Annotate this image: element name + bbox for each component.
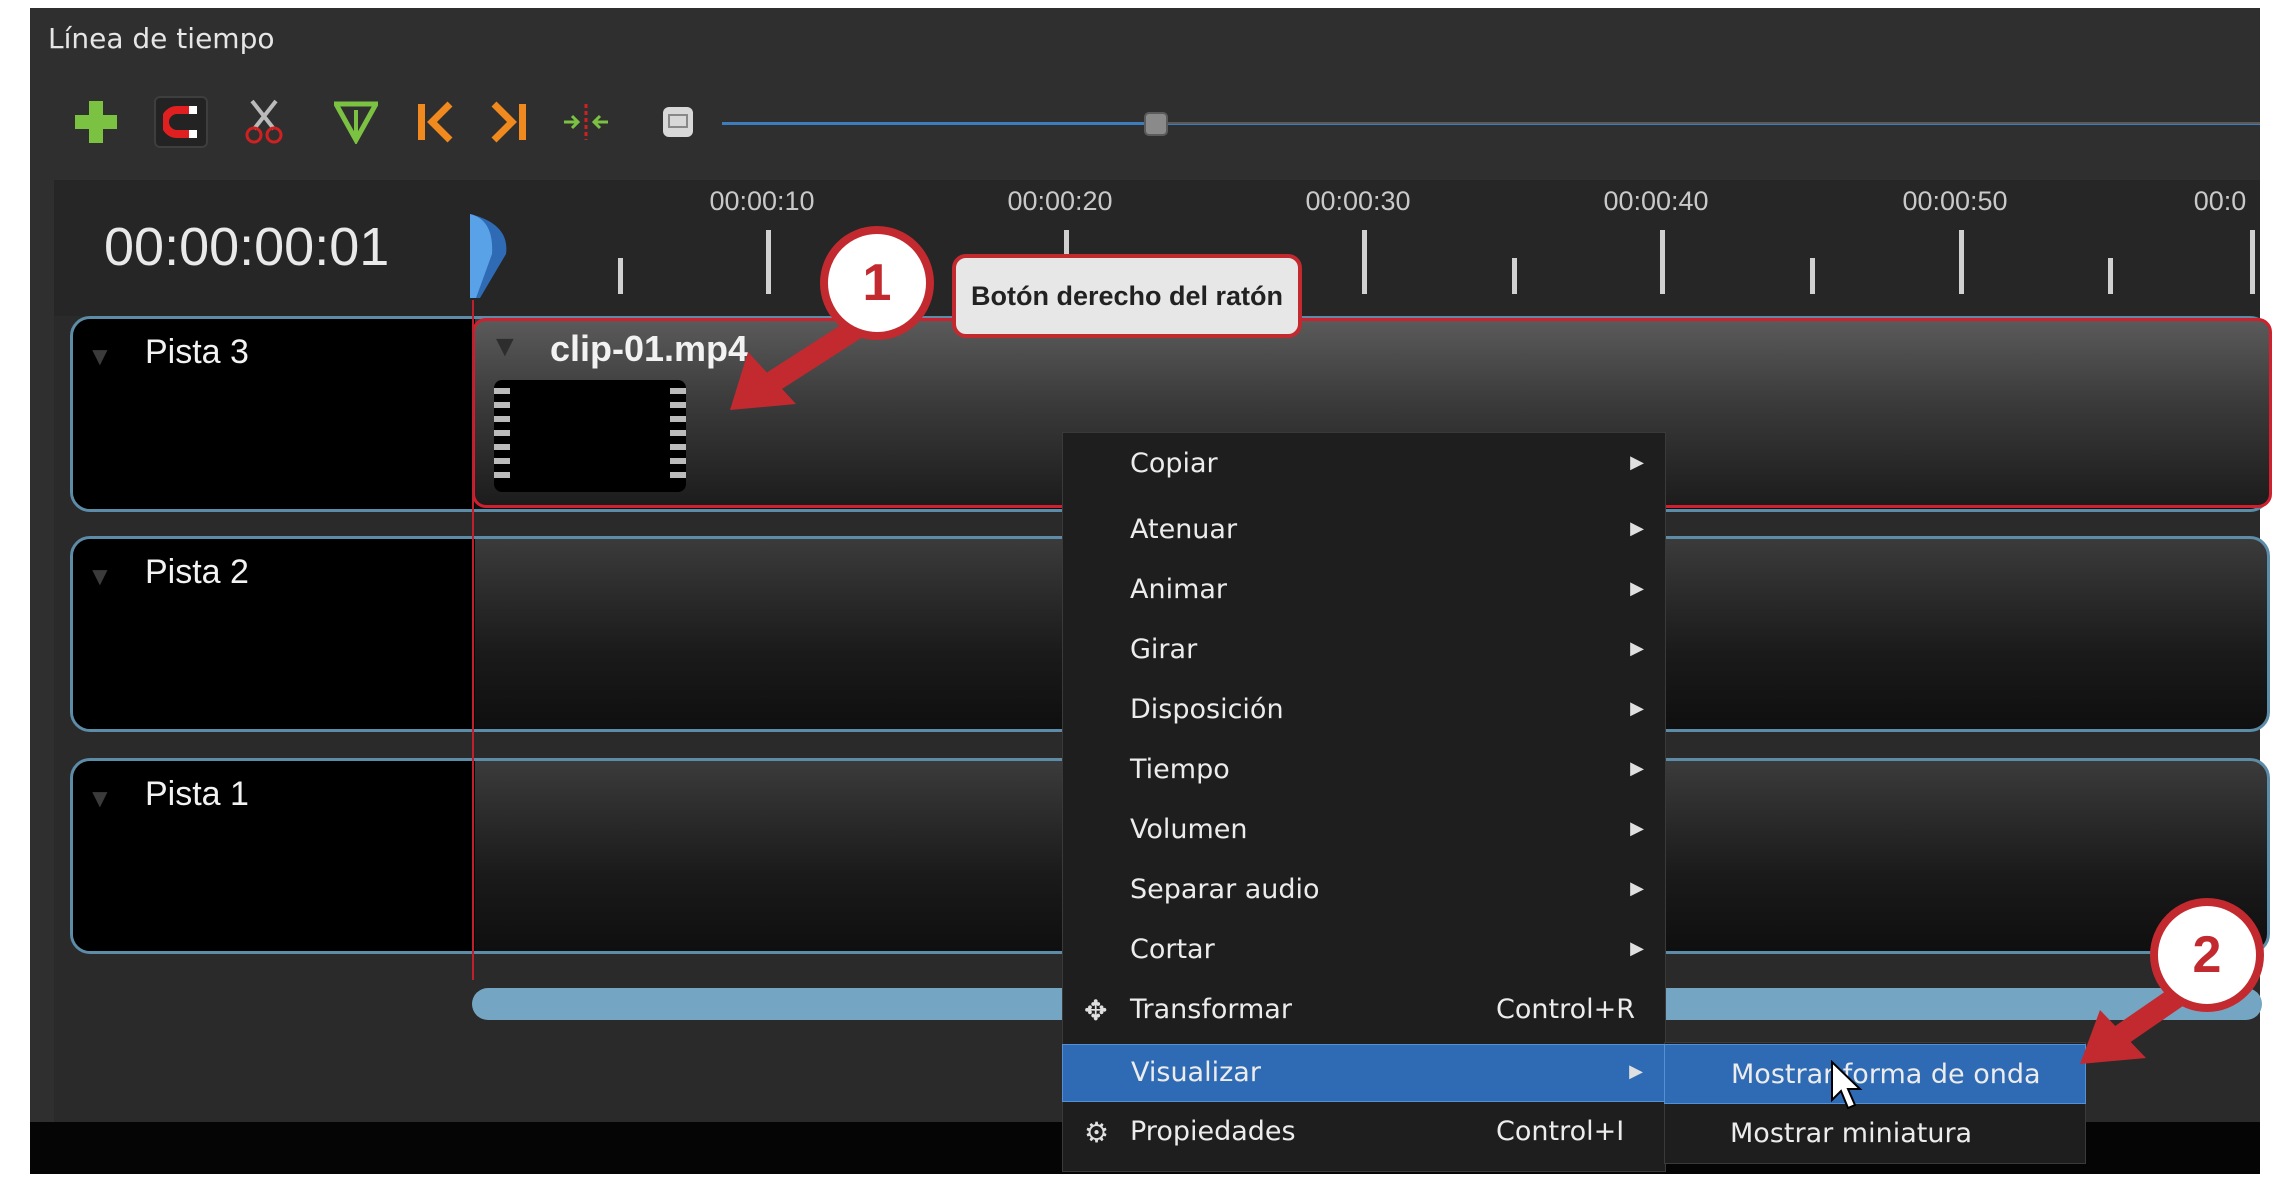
menu-item-animar[interactable]: Animar ▶ [1062, 562, 1666, 620]
marker-icon [334, 101, 378, 144]
collapse-icon[interactable]: ▼ [87, 561, 113, 592]
submenu-arrow-icon: ▶ [1630, 638, 1644, 658]
razor-icon [245, 99, 283, 144]
ruler-tick [1959, 230, 1964, 294]
track-header [73, 761, 475, 951]
menu-item-label: Visualizar [1131, 1057, 1261, 1088]
submenu-arrow-icon: ▶ [1630, 452, 1644, 472]
menu-item-label: Disposición [1130, 694, 1284, 725]
menu-item-label: Cortar [1130, 934, 1215, 965]
track-label: Pista 2 [145, 553, 249, 591]
menu-item-atenuar[interactable]: Atenuar ▶ [1062, 502, 1666, 560]
annotation-callout: Botón derecho del ratón [952, 254, 1302, 338]
menu-item-label: Separar audio [1130, 874, 1320, 905]
previous-marker-icon [418, 101, 453, 143]
menu-item-label: Transformar [1130, 994, 1292, 1025]
zoom-slider-rest [1160, 122, 2260, 124]
track-label: Pista 1 [145, 775, 249, 813]
collapse-icon[interactable]: ▼ [87, 783, 113, 814]
menu-item-label: Volumen [1130, 814, 1248, 845]
clip-menu-icon[interactable]: ▼ [490, 330, 520, 364]
submenu-arrow-icon: ▶ [1629, 1061, 1643, 1081]
mouse-cursor-icon [1831, 1060, 1863, 1110]
track-header [73, 319, 475, 509]
previous-marker-button[interactable] [410, 96, 458, 148]
menu-item-girar[interactable]: Girar ▶ [1062, 622, 1666, 680]
submenu-item-mostrar-forma-de-onda[interactable]: Mostrar forma de onda [1664, 1044, 2086, 1104]
timecode-display: 00:00:00:01 [104, 217, 390, 277]
ruler-tick [1660, 230, 1665, 294]
menu-item-label: Girar [1130, 634, 1198, 665]
menu-item-label: Mostrar forma de onda [1731, 1059, 2041, 1090]
menu-item-tiempo[interactable]: Tiempo ▶ [1062, 742, 1666, 800]
submenu-arrow-icon: ▶ [1630, 878, 1644, 898]
ruler-tick [1810, 258, 1815, 294]
snap-magnet-icon [163, 106, 197, 138]
playhead-icon[interactable] [470, 214, 510, 298]
panel-title: Línea de tiempo [48, 22, 275, 55]
ruler-tick-label: 00:00:20 [1007, 186, 1113, 216]
next-marker-button[interactable] [486, 96, 534, 148]
menu-item-shortcut: Control+I [1496, 1116, 1625, 1147]
add-track-button[interactable] [72, 96, 120, 148]
ruler-tick [2250, 230, 2255, 294]
next-marker-icon [491, 101, 526, 143]
ruler-tick-label: 00:0 [2193, 186, 2247, 216]
submenu-item-mostrar-miniatura[interactable]: Mostrar miniatura [1664, 1104, 2086, 1164]
menu-item-label: Atenuar [1130, 514, 1238, 545]
add-track-icon [75, 101, 117, 143]
menu-item-label: Copiar [1130, 448, 1218, 479]
menu-item-copiar[interactable]: Copiar ▶ [1062, 436, 1666, 494]
menu-item-label: Animar [1130, 574, 1228, 605]
add-marker-button[interactable] [332, 96, 380, 148]
menu-item-cortar[interactable]: Cortar ▶ [1062, 922, 1666, 980]
zoom-icon [663, 107, 693, 137]
submenu-arrow-icon: ▶ [1630, 758, 1644, 778]
playhead-line [472, 300, 474, 980]
snap-button[interactable] [154, 96, 208, 148]
annotation-badge-2: 2 [2150, 898, 2264, 1012]
menu-item-label: Propiedades [1130, 1116, 1296, 1147]
submenu-arrow-icon: ▶ [1630, 518, 1644, 538]
center-playhead-icon [564, 104, 608, 140]
center-playhead-button[interactable] [562, 96, 610, 148]
ruler-tick [2108, 258, 2113, 294]
menu-item-propiedades[interactable]: ⚙ Propiedades Control+I [1062, 1104, 1666, 1162]
gear-icon: ⚙ [1084, 1117, 1110, 1148]
ruler-tick-label: 00:00:30 [1305, 186, 1411, 216]
submenu-arrow-icon: ▶ [1630, 698, 1644, 718]
zoom-slider-handle[interactable] [1144, 112, 1168, 136]
menu-item-label: Mostrar miniatura [1730, 1118, 1973, 1149]
ruler-tick [1362, 230, 1367, 294]
track-label: Pista 3 [145, 333, 249, 371]
ruler-tick [1512, 258, 1517, 294]
collapse-icon[interactable]: ▼ [87, 341, 113, 372]
track-header [73, 539, 475, 729]
zoom-button[interactable] [654, 96, 702, 148]
razor-button[interactable] [240, 96, 288, 148]
ruler-tick-label: 00:00:40 [1603, 186, 1709, 216]
clip-thumbnail [494, 380, 686, 492]
submenu-arrow-icon: ▶ [1630, 578, 1644, 598]
ruler-tick-label: 00:00:10 [709, 186, 815, 216]
annotation-badge-1: 1 [820, 226, 934, 340]
submenu-arrow-icon: ▶ [1630, 938, 1644, 958]
submenu-arrow-icon: ▶ [1630, 818, 1644, 838]
menu-item-disposicion[interactable]: Disposición ▶ [1062, 682, 1666, 740]
move-icon: ✥ [1084, 995, 1108, 1026]
menu-item-transformar[interactable]: ✥ Transformar Control+R [1062, 982, 1666, 1040]
menu-item-volumen[interactable]: Volumen ▶ [1062, 802, 1666, 860]
ruler-tick [618, 258, 623, 294]
menu-item-shortcut: Control+R [1496, 994, 1635, 1025]
menu-item-visualizar[interactable]: Visualizar ▶ [1062, 1044, 1666, 1102]
menu-item-separar-audio[interactable]: Separar audio ▶ [1062, 862, 1666, 920]
menu-item-label: Tiempo [1130, 754, 1230, 785]
ruler-tick-label: 00:00:50 [1902, 186, 2008, 216]
